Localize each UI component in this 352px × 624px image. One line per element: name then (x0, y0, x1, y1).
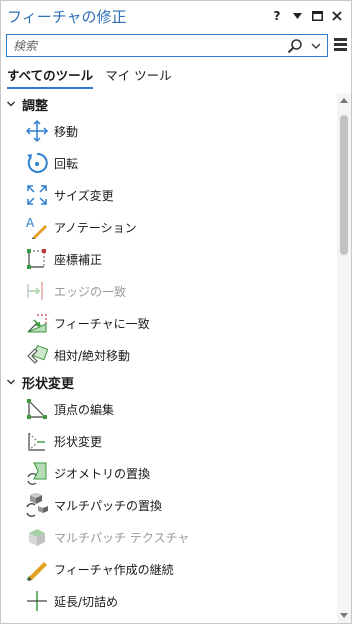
replace-geometry-icon (27, 462, 47, 485)
tool-reshape[interactable]: 形状変更 (1, 425, 337, 457)
pane-title: フィーチャの修正 (7, 8, 127, 26)
tool-rotate[interactable]: 回転 (1, 147, 337, 179)
tool-replace-multipatch[interactable]: マルチパッチの置換 (1, 489, 337, 521)
tool-label: 移動 (54, 124, 79, 139)
tool-align-features[interactable]: フィーチャに一致 (1, 307, 337, 339)
tool-transform[interactable]: 座標補正 (1, 243, 337, 275)
tool-label: フィーチャに一致 (54, 316, 150, 331)
edgematch-icon (27, 282, 43, 300)
tool-label: フィーチャ作成の継続 (54, 562, 174, 577)
tool-annotation[interactable]: A アノテーション (1, 211, 337, 243)
relative-move-icon (27, 345, 49, 364)
maximize-button[interactable] (311, 9, 323, 23)
help-button[interactable]: ? (271, 9, 283, 23)
close-button[interactable] (331, 9, 343, 23)
modify-features-pane: フィーチャの修正 ? すべてのツール マイ ツール (0, 0, 352, 624)
chevron-down-icon[interactable] (310, 39, 322, 53)
scroll-down-icon[interactable] (340, 613, 348, 619)
group-header-reshape[interactable]: 形状変更 (1, 371, 337, 393)
chevron-down-icon (292, 13, 302, 19)
tool-replace-geometry[interactable]: ジオメトリの置換 (1, 457, 337, 489)
tool-multipatch-texture[interactable]: マルチパッチ テクスチャ (1, 521, 337, 553)
tool-edit-vertices[interactable]: 頂点の編集 (1, 393, 337, 425)
edit-vertices-icon (27, 399, 47, 419)
tool-label: 相対/絶対移動 (54, 348, 131, 363)
group-header-adjust[interactable]: 調整 (1, 93, 337, 115)
tool-label: 頂点の編集 (54, 402, 115, 417)
align-features-icon (27, 314, 47, 333)
search-input[interactable] (13, 37, 273, 55)
tab-my-tools[interactable]: マイ ツール (105, 65, 171, 89)
tool-tabs: すべてのツール マイ ツール (7, 65, 172, 89)
tool-label: マルチパッチの置換 (54, 498, 163, 513)
tool-label: 座標補正 (54, 252, 103, 267)
svg-text:A: A (26, 216, 35, 230)
close-icon (332, 11, 342, 21)
tool-scale[interactable]: サイズ変更 (1, 179, 337, 211)
scroll-up-icon[interactable] (340, 97, 348, 103)
search-box[interactable] (6, 34, 328, 57)
tool-label: 形状変更 (54, 434, 103, 449)
chevron-down-icon (7, 379, 15, 385)
pane-options-button[interactable] (291, 9, 303, 23)
tool-tree: 調整 移動 回転 サイズ変更 A アノテーション 座標補正 エッジの一致 フィー… (1, 93, 337, 623)
extend-trim-icon (27, 591, 47, 611)
replace-multipatch-icon (26, 493, 48, 517)
tool-label: ジオメトリの置換 (54, 466, 151, 481)
scrollbar-thumb[interactable] (340, 115, 348, 255)
tool-move[interactable]: 移動 (1, 115, 337, 147)
move-icon (25, 119, 49, 143)
search-icon[interactable] (287, 38, 303, 54)
pane-titlebar: フィーチャの修正 ? (1, 1, 351, 33)
pane-controls: ? (271, 9, 343, 23)
tool-label: サイズ変更 (54, 188, 114, 203)
tool-continue-feature[interactable]: フィーチャ作成の継続 (1, 553, 337, 585)
tool-tree-scrollbar[interactable] (337, 93, 351, 623)
reshape-icon (28, 432, 45, 451)
annotation-icon: A (26, 216, 47, 239)
multipatch-texture-icon (29, 529, 45, 546)
tool-relative-move[interactable]: 相対/絶対移動 (1, 339, 337, 371)
tool-label: 延長/切詰め (54, 594, 119, 609)
group-label: 調整 (22, 98, 49, 114)
tool-edgematch[interactable]: エッジの一致 (1, 275, 337, 307)
maximize-icon (311, 11, 323, 21)
tool-label: マルチパッチ テクスチャ (54, 530, 190, 545)
tab-all-tools[interactable]: すべてのツール (7, 65, 94, 89)
chevron-down-icon (7, 101, 15, 107)
group-label: 形状変更 (22, 376, 75, 392)
tool-label: 回転 (54, 156, 79, 171)
tool-label: エッジの一致 (54, 284, 127, 299)
continue-feature-icon (26, 562, 47, 581)
rotate-icon (27, 152, 48, 173)
tool-extend-trim[interactable]: 延長/切詰め (1, 585, 337, 617)
transform-icon (27, 249, 46, 269)
scale-icon (27, 185, 47, 205)
pane-menu-icon[interactable] (334, 38, 347, 52)
tool-label: アノテーション (54, 220, 137, 235)
